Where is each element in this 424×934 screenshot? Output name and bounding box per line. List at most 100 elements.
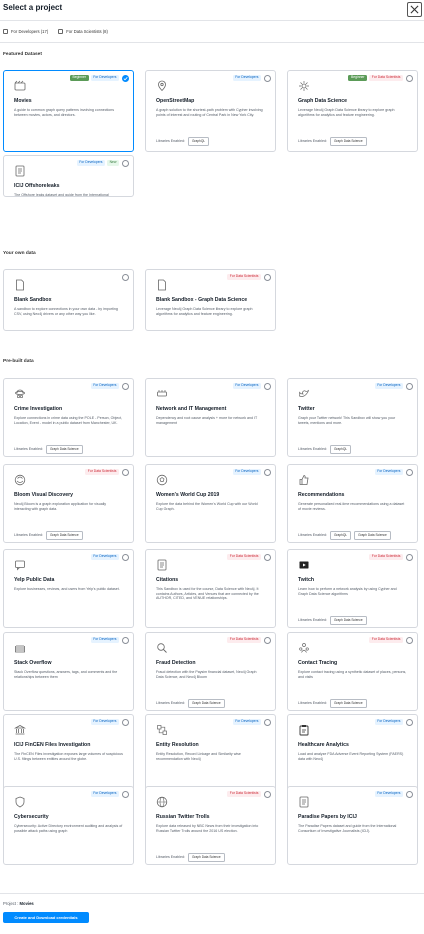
filter-developers[interactable]: For Developers (17) [3,29,48,34]
project-card-icij-offshoreleaks[interactable]: For Developers New ICIJ Offshoreleaks The O… [3,155,134,197]
project-card-stack-overflow[interactable]: For Developers Stack Overflow Stack Overfl… [3,632,134,711]
select-radio[interactable] [406,791,413,798]
badge-group: For Developers [232,383,261,389]
badge-for-developers: For Developers [374,383,403,389]
select-radio[interactable] [122,383,129,390]
card-description: Cybersecurity: Active Directory environm… [14,824,123,833]
badge-for-developers: For Developers [232,469,261,475]
map-pin-icon [156,79,168,92]
badge-for-developers: For Developers [90,791,119,797]
select-radio[interactable] [406,719,413,726]
select-radio[interactable] [264,469,271,476]
card-description: Neo4j Bloom is a graph exploration appli… [14,502,107,511]
badge-for-data-scientists: For Data Scientists [369,554,403,560]
project-card-bloom-visual-discovery[interactable]: For Data Scientists Bloom Visual Discover… [3,464,134,543]
project-card-icij-fincen-files-investigation[interactable]: For Developers ICIJ FinCEN Files Investig… [3,714,134,793]
thumbs-up-icon [298,473,310,485]
badge-group: For Data Scientists [369,637,403,643]
close-button[interactable] [407,2,422,17]
select-radio[interactable] [264,75,271,82]
card-description: A graph solution to the shortest-path pr… [156,108,263,117]
project-card-cybersecurity[interactable]: For Developers Cybersecurity Cybersecurity… [3,786,134,865]
bank-icon [13,723,27,735]
select-radio[interactable] [406,75,413,82]
select-radio[interactable] [264,274,271,281]
card-title: Movies [14,98,32,104]
project-card-twitter[interactable]: For Developers Twitter Graph your Twitter … [287,378,418,457]
select-radio[interactable] [122,637,129,644]
badge-for-developers: For Developers [374,719,403,725]
filter-bar: For Developers (17) For Data Scientists … [3,29,108,34]
select-radio[interactable] [406,554,413,561]
project-card-network-and-it-management[interactable]: For Developers Network and IT Management D… [145,378,276,457]
clipboard-icon [298,723,310,736]
select-radio[interactable] [122,719,129,726]
project-card-blank-sandbox-graph-data-science[interactable]: For Data Scientists Blank Sandbox - Graph… [145,269,276,331]
card-title: Recommendations [298,492,345,498]
card-description: The FinCEN Files investigation exposes l… [14,752,123,761]
select-radio[interactable] [264,719,271,726]
project-card-twitch[interactable]: For Data Scientists Twitch Learn how to pe… [287,549,418,628]
select-radio[interactable] [122,554,129,561]
select-radio[interactable] [122,469,129,476]
libraries-enabled: Libraries Enabled: Graph Data Science [14,531,83,540]
project-card-movies[interactable]: Beginner For Developers Movies A guide to c… [3,70,134,152]
card-title: Contact Tracing [298,660,338,666]
create-credentials-button[interactable]: Create and Download credentials [3,912,89,923]
filter-data-scientists-checkbox[interactable] [58,29,64,34]
card-description: Graph your Twitter network! This Sandbox… [298,416,396,425]
project-card-fraud-detection[interactable]: For Data Scientists Fraud Detection Fraud … [145,632,276,711]
project-card-women-s-world-cup-2019[interactable]: For Developers Women's World Cup 2019 Expl… [145,464,276,543]
card-description: The Paradise Papers dataset and guide fr… [298,824,397,833]
filter-data-scientists-label: For Data Scientists (8) [66,29,108,34]
card-title: OpenStreetMap [156,98,195,104]
filter-data-scientists[interactable]: For Data Scientists (8) [58,29,108,34]
project-card-contact-tracing[interactable]: For Data Scientists Contact Tracing Explor… [287,632,418,711]
library-tag-graphql: GraphQL [329,445,352,454]
project-card-crime-investigation[interactable]: For Developers Crime Investigation Explore… [3,378,134,457]
project-card-recommendations[interactable]: For Developers Recommendations Generate pe… [287,464,418,543]
libraries-enabled: Libraries Enabled: Graph Data Science [298,616,367,625]
badge-for-developers: For Developers [374,791,403,797]
filter-developers-label: For Developers (17) [11,29,49,34]
layers-icon [14,641,26,653]
card-description: Explore the data behind the Women's Worl… [156,502,258,511]
project-card-paradise-papers-by-icij[interactable]: For Developers Paradise Papers by ICIJ The… [287,786,418,865]
graph-science-icon [298,79,310,91]
libraries-enabled: Libraries Enabled: Graph Data Science [298,699,367,708]
select-radio[interactable] [406,383,413,390]
filter-developers-checkbox[interactable] [3,29,8,34]
card-title: Cybersecurity [14,814,49,820]
badge-for-developers: For Developers [90,75,119,81]
libraries-enabled: Libraries Enabled: Graph Data Science [298,137,367,146]
dialog-header: Select a project [0,0,424,20]
project-card-graph-data-science[interactable]: Beginner For Data Scientists Graph Data Sc… [287,70,418,152]
card-description: The Offshore leaks dataset and guide fro… [14,193,109,197]
select-radio[interactable] [264,383,271,390]
card-description: Explore contact tracing using a syntheti… [298,670,407,679]
badge-group: For Data Scientists [227,791,261,797]
project-card-healthcare-analytics[interactable]: For Developers Healthcare Analytics Load a… [287,714,418,793]
card-description: A sandbox to explore connections in your… [14,307,118,316]
project-card-citations[interactable]: For Data Scientists Citations This Sandbox… [145,549,276,628]
select-radio[interactable] [406,637,413,644]
select-radio[interactable] [122,791,129,798]
select-radio[interactable] [122,274,129,281]
card-title: ICIJ Offshoreleaks [14,183,60,189]
project-card-openstreetmap[interactable]: For Developers OpenStreetMap A graph solut… [145,70,276,152]
select-radio[interactable] [264,791,271,798]
select-radio[interactable] [406,469,413,476]
project-card-yelp-public-data[interactable]: For Developers Yelp Public Data Explore bu… [3,549,134,628]
project-card-blank-sandbox[interactable]: Blank Sandbox A sandbox to explore connec… [3,269,134,331]
project-card-entity-resolution[interactable]: For Developers Entity Resolution Entity Re… [145,714,276,793]
card-description: Generate personalized real-time recommen… [298,502,405,511]
badge-group: For Developers [374,719,403,725]
select-radio[interactable] [122,75,129,82]
libraries-label: Libraries Enabled: [298,533,327,538]
select-radio[interactable] [264,637,271,644]
card-description: Leverage Neo4j Graph Data Science librar… [156,307,253,316]
project-card-russian-twitter-trolls[interactable]: For Data Scientists Russian Twitter Troll… [145,786,276,865]
select-radio[interactable] [264,554,271,561]
select-radio[interactable] [122,160,129,167]
library-tag-graphql: GraphQL [329,531,352,540]
